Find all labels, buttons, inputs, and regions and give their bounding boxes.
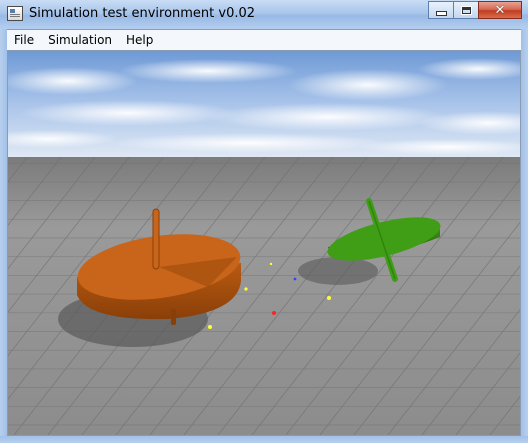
app-icon[interactable]	[7, 6, 23, 21]
menu-help[interactable]: Help	[119, 30, 160, 50]
close-button[interactable]: ✕	[478, 1, 522, 19]
menu-file[interactable]: File	[7, 30, 41, 50]
window-frame-bottom	[0, 436, 528, 443]
minimize-button[interactable]	[428, 1, 454, 19]
app-window: Simulation test environment v0.02 ✕ File…	[0, 0, 528, 443]
close-icon: ✕	[494, 2, 506, 18]
window-frame-left	[0, 29, 7, 443]
title-bar[interactable]: Simulation test environment v0.02 ✕	[0, 0, 528, 30]
green-top-shadow	[298, 257, 378, 285]
3d-viewport[interactable]	[7, 50, 521, 436]
caption-buttons: ✕	[428, 1, 522, 20]
window-frame-right	[521, 29, 528, 443]
minimize-icon	[435, 11, 447, 16]
scene-canvas	[8, 51, 520, 435]
menu-bar: File Simulation Help	[7, 30, 521, 50]
menu-simulation[interactable]: Simulation	[41, 30, 119, 50]
maximize-button[interactable]	[453, 1, 479, 19]
maximize-icon	[460, 5, 472, 15]
window-title: Simulation test environment v0.02	[29, 6, 256, 21]
